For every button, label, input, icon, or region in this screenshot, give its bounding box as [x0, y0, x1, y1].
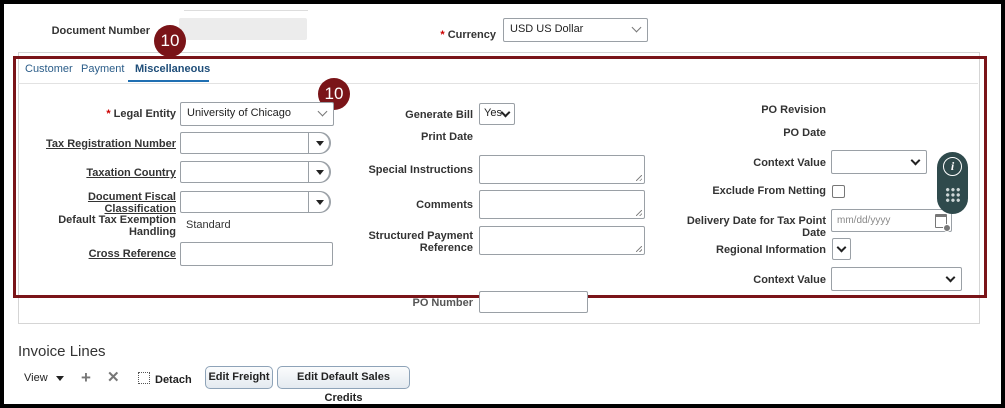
- doc-fiscal-label[interactable]: Document Fiscal Classification: [24, 191, 176, 215]
- taxation-country-combo[interactable]: [180, 161, 331, 183]
- legal-entity-value: University of Chicago: [187, 107, 291, 119]
- detach-label: Detach: [155, 374, 192, 386]
- default-tax-label-line-2: Handling: [128, 226, 176, 238]
- legal-entity-required-mark: *: [106, 108, 111, 120]
- caret-down-icon: [316, 200, 324, 205]
- chevron-down-icon: [836, 242, 847, 253]
- help-widget[interactable]: i: [937, 152, 968, 214]
- generate-bill-label: Generate Bill: [405, 109, 473, 121]
- generate-bill-value: Yes: [484, 107, 502, 119]
- add-icon[interactable]: +: [81, 369, 91, 386]
- step-badge: 10: [154, 25, 186, 57]
- po-number-input[interactable]: [479, 291, 588, 313]
- cross-reference-input[interactable]: [180, 242, 333, 266]
- doc-fiscal-label-line-1: Document Fiscal: [87, 191, 176, 203]
- default-tax-value: Standard: [186, 219, 231, 231]
- exclude-netting-label: Exclude From Netting: [712, 185, 826, 197]
- info-icon[interactable]: i: [943, 157, 962, 176]
- chevron-down-icon: [910, 155, 921, 166]
- comments-textarea[interactable]: [479, 190, 645, 219]
- structured-payment-label-line-2: Reference: [419, 242, 473, 254]
- dropdown-button[interactable]: [308, 161, 330, 183]
- doc-fiscal-combo[interactable]: [180, 191, 331, 213]
- view-menu[interactable]: View: [24, 372, 64, 384]
- detach-button[interactable]: Detach: [138, 372, 192, 386]
- chevron-down-icon: [631, 22, 642, 33]
- po-revision-label: PO Revision: [761, 104, 826, 116]
- currency-label-wrap: * Currency: [424, 29, 496, 41]
- comments-label: Comments: [416, 199, 473, 211]
- print-date-label: Print Date: [421, 131, 473, 143]
- tax-registration-combo[interactable]: [180, 132, 331, 154]
- legal-entity-select[interactable]: University of Chicago: [180, 102, 334, 126]
- caret-down-icon: [316, 170, 324, 175]
- po-date-label: PO Date: [783, 127, 826, 139]
- edit-freight-button[interactable]: Edit Freight: [205, 366, 273, 389]
- detach-icon: [138, 372, 150, 384]
- chevron-down-icon: [945, 272, 956, 283]
- delivery-date-placeholder: mm/dd/yyyy: [837, 215, 891, 226]
- edit-default-sales-credits-button[interactable]: Edit Default Sales Credits: [277, 366, 410, 404]
- currency-value: USD US Dollar: [510, 23, 584, 35]
- po-number-label: PO Number: [412, 297, 473, 309]
- grip-dots-icon[interactable]: [945, 187, 961, 203]
- legal-entity-label-wrap: * Legal Entity: [64, 108, 176, 120]
- structured-payment-label-line-1: Structured Payment: [368, 230, 473, 242]
- default-tax-label-line-1: Default Tax Exemption: [58, 214, 176, 226]
- currency-select[interactable]: USD US Dollar: [503, 18, 648, 42]
- chevron-down-icon: [317, 106, 328, 117]
- taxation-country-label[interactable]: Taxation Country: [24, 167, 176, 179]
- structured-payment-label: Structured Payment Reference: [364, 230, 473, 254]
- document-number-field: [179, 18, 307, 40]
- calendar-clock-dot: [943, 224, 951, 232]
- caret-down-icon: [316, 141, 324, 146]
- dropdown-button[interactable]: [308, 132, 330, 154]
- invoice-lines-title: Invoice Lines: [18, 343, 106, 360]
- exclude-netting-checkbox[interactable]: [832, 185, 845, 198]
- tax-registration-label[interactable]: Tax Registration Number: [24, 138, 176, 150]
- context-value-label: Context Value: [753, 157, 826, 169]
- currency-required-mark: *: [440, 29, 445, 41]
- context-value-select-2[interactable]: [831, 267, 962, 291]
- top-line: [184, 4, 308, 11]
- default-tax-label: Default Tax Exemption Handling: [24, 214, 176, 238]
- delivery-date-input[interactable]: mm/dd/yyyy: [831, 209, 952, 232]
- context-value-select[interactable]: [831, 150, 927, 174]
- delivery-date-label: Delivery Date for Tax Point Date: [686, 215, 826, 239]
- legal-entity-label: Legal Entity: [113, 108, 176, 120]
- currency-label: Currency: [447, 29, 496, 41]
- regional-info-select[interactable]: [832, 238, 851, 260]
- document-number-label: Document Number: [51, 25, 150, 37]
- screen: Document Number * Currency USD US Dollar …: [4, 4, 1001, 404]
- delete-icon[interactable]: ✕: [107, 370, 120, 385]
- structured-payment-textarea[interactable]: [479, 226, 645, 255]
- caret-down-icon: [55, 375, 64, 381]
- calendar-icon[interactable]: [935, 214, 951, 232]
- cross-reference-label[interactable]: Cross Reference: [24, 248, 176, 260]
- context-value-label-2: Context Value: [753, 274, 826, 286]
- regional-info-label: Regional Information: [716, 244, 826, 256]
- dropdown-button[interactable]: [308, 191, 330, 213]
- view-label: View: [24, 372, 48, 384]
- generate-bill-select[interactable]: Yes: [479, 103, 515, 125]
- chevron-down-icon: [500, 107, 511, 118]
- special-instructions-label: Special Instructions: [368, 164, 473, 176]
- special-instructions-textarea[interactable]: [479, 155, 645, 184]
